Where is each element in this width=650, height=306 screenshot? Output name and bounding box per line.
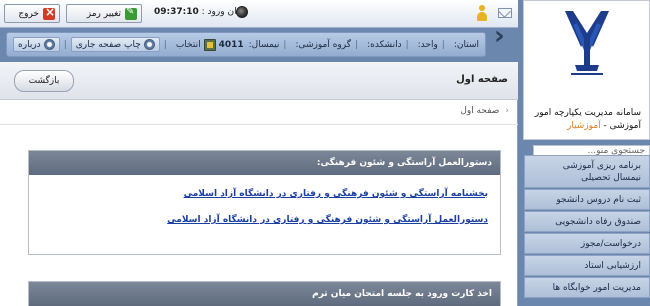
select-icon (203, 38, 216, 51)
sidebar-item-welfare[interactable]: صندوق رفاه دانشجویی (524, 211, 650, 232)
announcement-link[interactable]: دستورالعمل آراستگی و شئون فرهنگی و رفتار… (29, 215, 488, 225)
main-content: صفحه اول بازگشت ‹ صفحه اول دستورالعمل آر… (0, 62, 518, 306)
user-icon[interactable] (476, 5, 488, 22)
chevron-left-icon: ‹ (505, 106, 509, 116)
sidebar: سامانه مدیریت یکپارچه امور آموزشی - آموز… (519, 0, 650, 306)
logo-panel: سامانه مدیریت یکپارچه امور آموزشی - آموز… (523, 0, 650, 140)
system-title: سامانه مدیریت یکپارچه امور آموزشی - آموز… (535, 107, 641, 133)
exit-label: خروج (18, 8, 39, 19)
login-time: زمان ورود : 09:37:10 (150, 7, 246, 17)
faculty-label: دانشکده: (367, 39, 402, 50)
semester-label: نیمسال: (248, 39, 280, 50)
breadcrumb: ‹ صفحه اول (460, 106, 509, 116)
collapse-sidebar-chevron-icon[interactable]: › (494, 23, 514, 49)
sidebar-item-evaluation[interactable]: ارزشیابی استاد (524, 255, 650, 276)
info-icon (43, 39, 55, 50)
sidebar-item-planning[interactable]: برنامه ریزی آموزشی نیمسال تحصیلی (524, 155, 650, 188)
about-button[interactable]: درباره (13, 37, 60, 52)
system-title-accent: آموزشیار (566, 121, 601, 131)
system-title-line1: سامانه مدیریت یکپارچه امور (534, 108, 641, 118)
mail-icon[interactable] (498, 8, 512, 18)
edit-icon (125, 6, 137, 20)
sidebar-item-registration[interactable]: ثبت نام دروس دانشجو (524, 189, 650, 210)
page-header: صفحه اول بازگشت (0, 62, 518, 100)
sidebar-item-requests[interactable]: درخواست/مجوز (524, 233, 650, 254)
province-label: استان: (453, 39, 479, 50)
university-logo-icon (565, 11, 609, 75)
clock-icon (236, 6, 248, 18)
unit-label: واحد: (417, 39, 438, 50)
select-link[interactable]: انتخاب (176, 40, 201, 50)
sidebar-item-label: برنامه ریزی آموزشی نیمسال تحصیلی (562, 160, 641, 183)
page-title: صفحه اول (456, 74, 508, 85)
exit-button[interactable]: خروج (4, 4, 60, 23)
separator: | (355, 39, 359, 50)
login-time-value: 09:37:10 (154, 7, 199, 17)
info-bar: استان: | واحد: | دانشکده: | گروه آموزشی:… (6, 32, 486, 57)
change-password-label: تغییر رمز (86, 8, 121, 19)
semester-value: 4011 (218, 39, 244, 50)
print-icon (143, 39, 155, 50)
announcement-box: دستورالعمل آراستگی و شئون فرهنگی: بخشنام… (28, 150, 501, 255)
breadcrumb-item[interactable]: صفحه اول (460, 106, 499, 116)
change-password-button[interactable]: تغییر رمز (66, 4, 142, 23)
separator: | (283, 39, 287, 50)
about-label: درباره (18, 39, 41, 50)
back-button[interactable]: بازگشت (14, 70, 74, 92)
separator: | (441, 39, 445, 50)
announcement-link[interactable]: بخشنامه آراستگی و شئون فرهنگی و رفتاری د… (29, 189, 488, 199)
divider (0, 124, 518, 125)
exit-icon (43, 5, 55, 20)
announcement-box-title: دستورالعمل آراستگی و شئون فرهنگی: (29, 151, 500, 175)
print-label: چاپ صفحه جاری (75, 39, 141, 50)
system-title-line2: آموزشی - آموزشیار (566, 121, 641, 131)
separator: | (163, 39, 167, 50)
announcement-links: بخشنامه آراستگی و شئون فرهنگی و رفتاری د… (29, 175, 500, 225)
exam-card-box: اخذ کارت ورود به جلسه امتحان میان ترم (28, 281, 501, 306)
sidebar-menu: برنامه ریزی آموزشی نیمسال تحصیلی ثبت نام… (524, 155, 650, 299)
exam-card-box-title: اخذ کارت ورود به جلسه امتحان میان ترم (29, 282, 500, 306)
print-button[interactable]: چاپ صفحه جاری (70, 37, 160, 52)
sidebar-item-dormitory[interactable]: مدیریت امور خوابگاه ها (524, 277, 650, 298)
top-bar: خروج تغییر رمز زمان ورود : 09:37:10 (0, 0, 518, 28)
separator: | (405, 39, 409, 50)
separator: | (63, 39, 67, 50)
group-label: گروه آموزشی: (295, 39, 352, 50)
